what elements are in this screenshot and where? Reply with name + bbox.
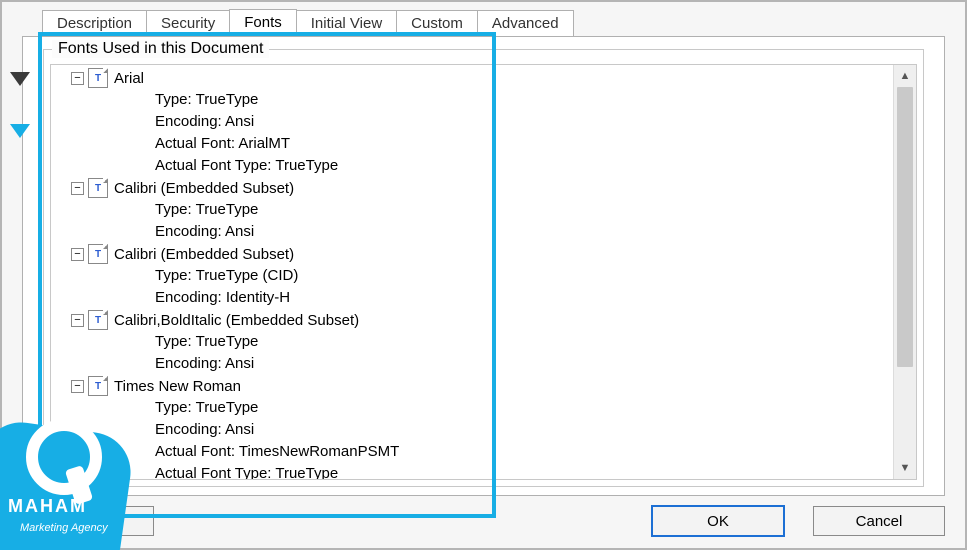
maham-logo: MAHAM Marketing Agency [2,415,122,545]
font-node[interactable]: −T Calibri (Embedded Subset) [51,243,894,265]
triangle-icon [10,124,30,138]
dialog-button-row: Help OK Cancel [22,504,945,538]
font-file-icon: T [88,178,108,198]
scroll-down-button[interactable]: ▼ [894,457,916,479]
tab-panel: Fonts Used in this Document −TArialType:… [22,36,945,496]
font-tree[interactable]: −TArialType: TrueTypeEncoding: AnsiActua… [51,65,894,479]
scroll-up-button[interactable]: ▲ [894,65,916,87]
expander-icon[interactable]: − [71,72,84,85]
tab-advanced[interactable]: Advanced [477,10,574,36]
tab-security[interactable]: Security [146,10,230,36]
tab-description[interactable]: Description [42,10,147,36]
font-detail: Type: TrueType [51,331,894,353]
expander-icon[interactable]: − [71,182,84,195]
tab-bar: DescriptionSecurityFontsInitial ViewCust… [2,5,965,35]
font-name-label: Calibri (Embedded Subset) [114,246,294,263]
triangle-icon [10,72,30,86]
group-label: Fonts Used in this Document [52,40,269,58]
tab-custom[interactable]: Custom [396,10,478,36]
font-detail: Encoding: Identity-H [51,287,894,309]
font-detail: Encoding: Ansi [51,111,894,133]
logo-title: MAHAM [8,496,87,517]
font-file-icon: T [88,376,108,396]
font-node[interactable]: −T Calibri (Embedded Subset) [51,177,894,199]
font-detail: Type: TrueType [51,199,894,221]
font-name-label: Calibri,BoldItalic (Embedded Subset) [114,312,359,329]
expander-icon[interactable]: − [71,248,84,261]
font-detail: Actual Font: ArialMT [51,133,894,155]
font-file-icon: T [88,310,108,330]
expander-icon[interactable]: − [71,380,84,393]
cancel-button[interactable]: Cancel [813,506,945,536]
font-detail: Encoding: Ansi [51,419,894,441]
logo-magnifier-icon [26,419,102,495]
font-detail: Type: TrueType [51,89,894,111]
dialog-window: DescriptionSecurityFontsInitial ViewCust… [0,0,967,550]
font-tree-container: −TArialType: TrueTypeEncoding: AnsiActua… [50,64,917,480]
font-detail: Type: TrueType (CID) [51,265,894,287]
font-detail: Actual Font Type: TrueType [51,155,894,177]
font-node[interactable]: −T Calibri,BoldItalic (Embedded Subset) [51,309,894,331]
font-file-icon: T [88,68,108,88]
tab-initial-view[interactable]: Initial View [296,10,397,36]
font-node[interactable]: −T Arial [51,67,894,89]
tab-fonts[interactable]: Fonts [229,9,297,36]
font-name-label: Calibri (Embedded Subset) [114,180,294,197]
font-detail: Encoding: Ansi [51,221,894,243]
ok-button[interactable]: OK [651,505,785,537]
expander-icon[interactable]: − [71,314,84,327]
font-detail: Actual Font Type: TrueType [51,463,894,479]
font-detail: Actual Font: TimesNewRomanPSMT [51,441,894,463]
scroll-thumb[interactable] [897,87,913,367]
font-name-label: Arial [114,70,144,87]
font-file-icon: T [88,244,108,264]
fonts-groupbox: Fonts Used in this Document −TArialType:… [43,49,924,487]
font-detail: Type: TrueType [51,397,894,419]
left-arrow-decor [10,72,30,138]
font-detail: Encoding: Ansi [51,353,894,375]
logo-subtitle: Marketing Agency [20,522,108,534]
font-node[interactable]: −T Times New Roman [51,375,894,397]
font-name-label: Times New Roman [114,378,241,395]
vertical-scrollbar[interactable]: ▲ ▼ [893,65,916,479]
